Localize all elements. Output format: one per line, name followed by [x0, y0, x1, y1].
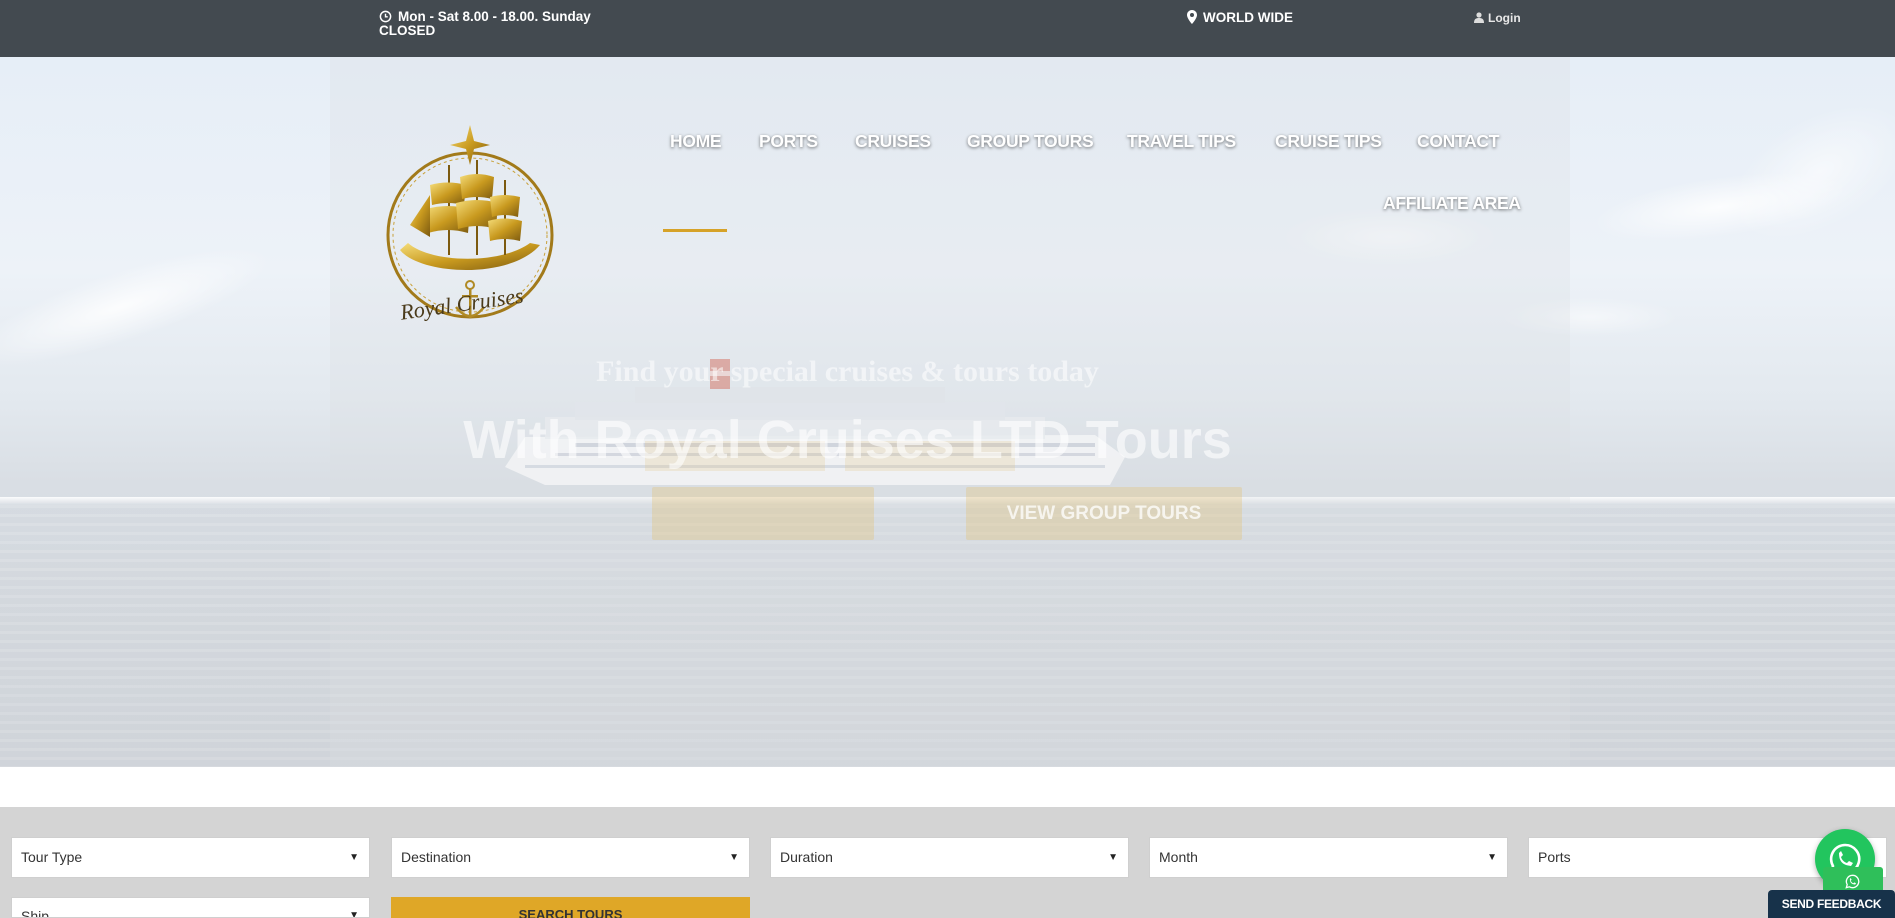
nav-ports[interactable]: PORTS: [759, 131, 818, 152]
dropdown-arrow-icon: ▼: [729, 852, 739, 863]
search-tours-button[interactable]: SEARCH TOURS: [391, 897, 750, 918]
dropdown-arrow-icon: ▼: [349, 852, 359, 863]
ship-select[interactable]: Ship ▼: [11, 897, 370, 918]
tour-type-value: Tour Type: [21, 849, 83, 865]
opening-hours: Mon - Sat 8.00 - 18.00. Sunday CLOSED: [379, 10, 619, 38]
dropdown-arrow-icon: ▼: [1487, 852, 1497, 863]
ports-value: Ports: [1538, 849, 1571, 865]
hero-title: With Royal Cruises LTD Tours: [463, 410, 1232, 470]
hero-section: Find your special cruises & tours today …: [0, 57, 1895, 767]
login-label: Login: [1488, 11, 1521, 25]
view-group-tours-button[interactable]: VIEW GROUP TOURS: [966, 487, 1242, 540]
duration-value: Duration: [780, 849, 833, 865]
hero-subtitle: Find your special cruises & tours today: [596, 355, 1099, 388]
location-text: WORLD WIDE: [1203, 10, 1293, 25]
nav-contact[interactable]: CONTACT: [1417, 131, 1499, 152]
nav-group-tours[interactable]: GROUP TOURS: [967, 131, 1094, 152]
month-value: Month: [1159, 849, 1198, 865]
nav-cruises[interactable]: CRUISES: [855, 131, 931, 152]
destination-value: Destination: [401, 849, 472, 865]
login-link[interactable]: Login: [1474, 11, 1521, 25]
duration-select[interactable]: Duration ▼: [770, 837, 1129, 878]
dropdown-arrow-icon: ▼: [1108, 852, 1118, 863]
nav-active-indicator: [663, 229, 727, 232]
main-nav: HOME PORTS CRUISES GROUP TOURS TRAVEL TI…: [0, 57, 1895, 317]
nav-travel-tips[interactable]: TRAVEL TIPS: [1127, 131, 1236, 152]
send-feedback-button[interactable]: SEND FEEDBACK: [1768, 890, 1895, 918]
location: WORLD WIDE: [1187, 10, 1293, 25]
nav-affiliate-area[interactable]: AFFILIATE AREA: [1383, 193, 1521, 214]
hero-button-primary[interactable]: [652, 487, 874, 540]
clock-icon: [379, 10, 392, 23]
destination-select[interactable]: Destination ▼: [391, 837, 750, 878]
map-marker-icon: [1187, 10, 1197, 24]
user-icon: [1474, 12, 1484, 23]
tour-type-select[interactable]: Tour Type ▼: [11, 837, 370, 878]
opening-hours-text: Mon - Sat 8.00 - 18.00. Sunday CLOSED: [379, 9, 591, 38]
top-bar: Mon - Sat 8.00 - 18.00. Sunday CLOSED WO…: [0, 0, 1895, 57]
nav-home[interactable]: HOME: [670, 131, 722, 152]
whatsapp-icon: [1845, 874, 1860, 889]
month-select[interactable]: Month ▼: [1149, 837, 1508, 878]
ship-value: Ship: [21, 908, 50, 918]
dropdown-arrow-icon: ▼: [349, 910, 359, 918]
nav-cruise-tips[interactable]: CRUISE TIPS: [1275, 131, 1382, 152]
